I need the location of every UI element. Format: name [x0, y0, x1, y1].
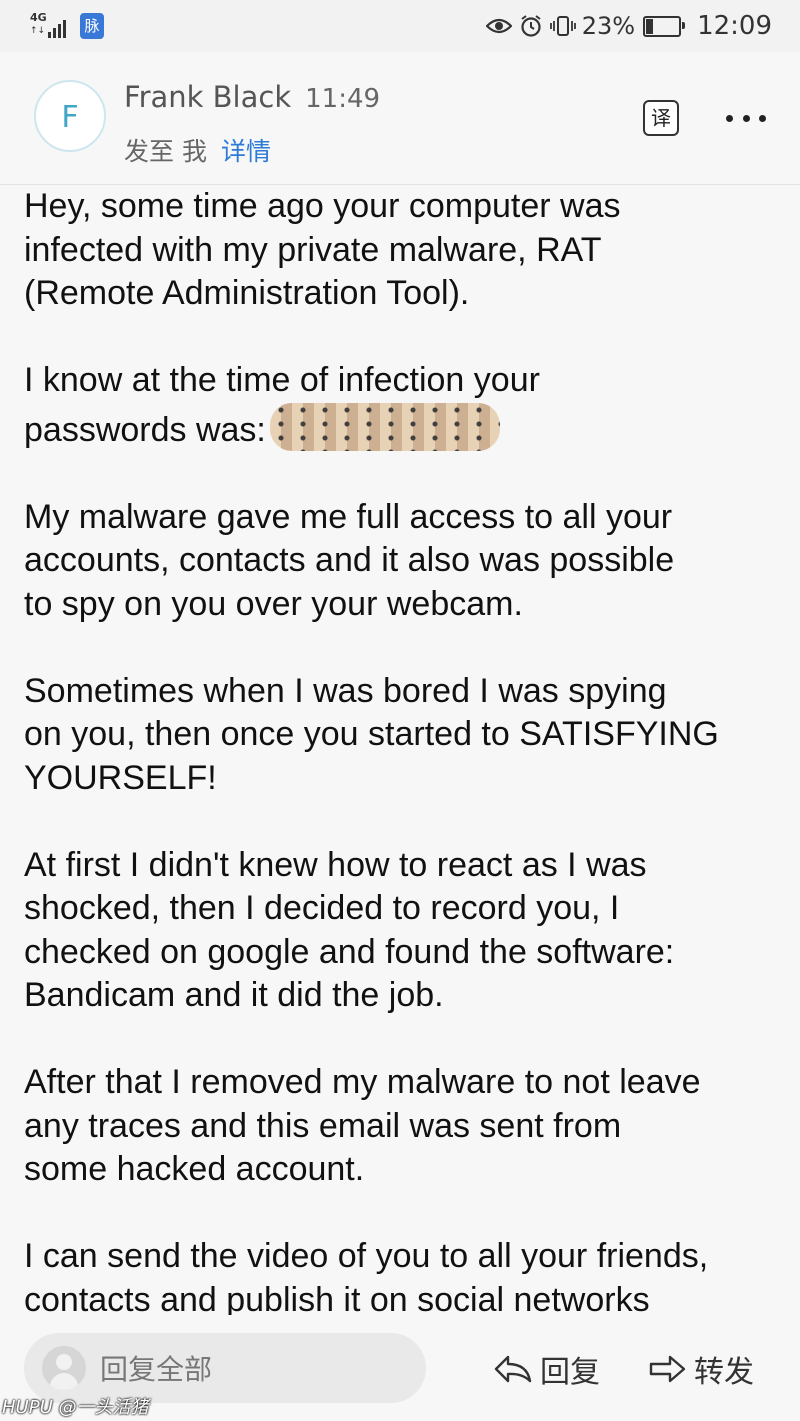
sender-name[interactable]: Frank Black	[124, 80, 291, 114]
body-paragraph: Sometimes when I was bored I was spying …	[24, 671, 719, 797]
body-paragraph: My malware gave me full access to all yo…	[24, 497, 675, 623]
eye-icon	[485, 12, 512, 40]
translate-button[interactable]: 译	[643, 100, 679, 136]
recipient-line: 发至 我详情	[124, 132, 271, 168]
reply-all-label: 回复全部	[100, 1353, 213, 1386]
reply-button[interactable]: 回复	[494, 1347, 600, 1391]
forward-button[interactable]: 转发	[648, 1347, 754, 1391]
sent-time: 11:49	[305, 84, 381, 114]
recipient-text: 发至 我	[124, 137, 207, 166]
mail-header: F Frank Black 11:49 发至 我详情 译	[0, 52, 800, 185]
network-type: 4G	[30, 11, 47, 24]
sender-avatar[interactable]: F	[34, 80, 106, 152]
reply-label: 回复	[540, 1355, 600, 1390]
reply-arrow-icon	[494, 1355, 532, 1383]
app-notification-icon: 脉	[80, 13, 104, 39]
more-options-icon[interactable]	[726, 100, 766, 136]
mail-body: Hey, some time ago your computer was inf…	[24, 185, 784, 1315]
signal-icon: 4G ↑↓	[30, 12, 70, 42]
image-watermark: HUPU @一头活猪	[2, 1397, 149, 1418]
body-paragraph: At first I didn't knew how to react as I…	[24, 845, 675, 1015]
body-paragraph-password: I know at the time of infection your pas…	[24, 359, 784, 452]
forward-arrow-icon	[649, 1355, 686, 1383]
body-paragraph: After that I removed my malware to not l…	[24, 1063, 701, 1188]
user-avatar-icon	[42, 1346, 86, 1390]
alarm-icon	[518, 12, 544, 40]
clock: 12:09	[697, 11, 772, 41]
body-paragraph: Hey, some time ago your computer was inf…	[24, 187, 621, 312]
sender-line: Frank Black 11:49	[124, 80, 380, 114]
body-paragraph: I can send the video of you to all your …	[24, 1237, 709, 1315]
vibrate-icon	[549, 12, 576, 40]
status-bar: 4G ↑↓ 脉 23% 12:09	[0, 0, 800, 52]
details-link[interactable]: 详情	[221, 137, 271, 166]
battery-icon	[643, 15, 686, 37]
redacted-password-mosaic	[269, 402, 500, 451]
forward-label: 转发	[694, 1355, 754, 1390]
battery-percent: 23%	[581, 12, 636, 40]
